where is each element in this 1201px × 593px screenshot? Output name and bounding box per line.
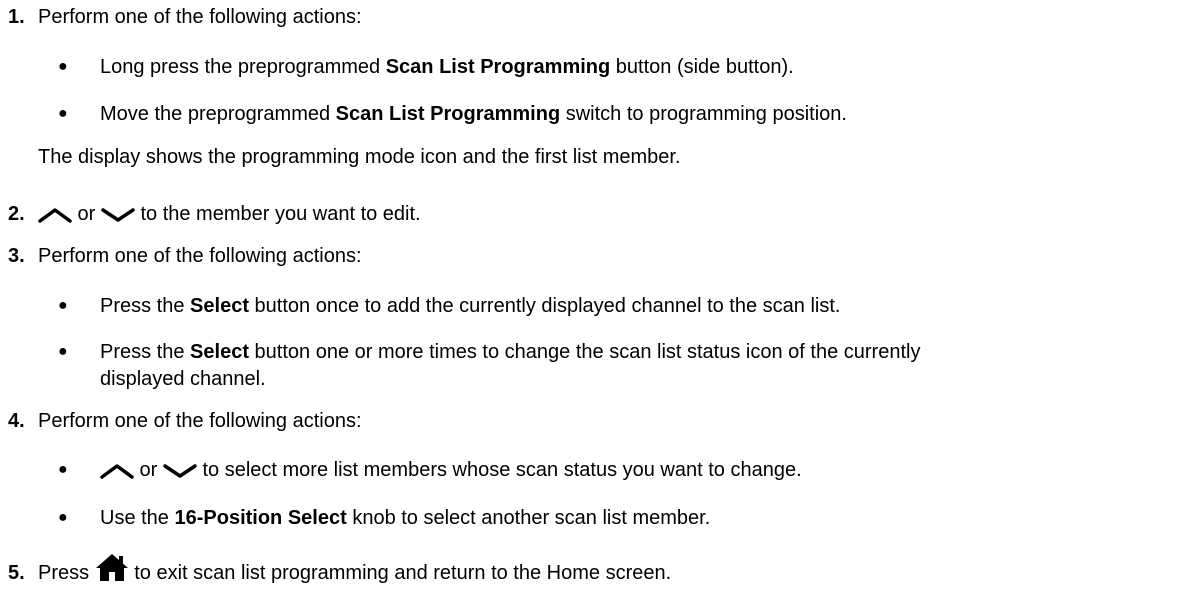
bullet: ● xyxy=(58,58,68,75)
step-3-bullet-1: Press the Select button once to add the … xyxy=(100,293,840,319)
knob-name: 16-Position Select xyxy=(174,507,347,529)
switch-name: Scan List Programming xyxy=(335,103,561,125)
step-1-result: The display shows the programming mode i… xyxy=(38,146,681,168)
button-name: Scan List Programming xyxy=(385,56,611,78)
bullet: ● xyxy=(58,509,68,526)
home-icon xyxy=(95,552,129,582)
text: knob to select another scan list member. xyxy=(346,507,711,529)
bullet: ● xyxy=(58,297,68,314)
step-4-number: 4. xyxy=(8,410,25,432)
step-3-text: Perform one of the following actions: xyxy=(38,245,362,267)
step-5-number: 5. xyxy=(8,562,25,584)
bullet: ● xyxy=(58,461,68,478)
step-1-number: 1. xyxy=(8,6,25,28)
text: Press the xyxy=(100,295,191,317)
bullet: ● xyxy=(58,343,68,360)
text: Press the xyxy=(100,341,191,363)
text: or xyxy=(134,459,163,481)
step-1-bullet-2: Move the preprogrammed Scan List Program… xyxy=(100,101,847,127)
button-name: Select xyxy=(190,341,249,363)
text: button once to add the currently display… xyxy=(248,295,841,317)
text: button one or more times to change the s… xyxy=(248,341,921,363)
text: Use the xyxy=(100,507,175,529)
step-1-text: Perform one of the following actions: xyxy=(38,6,362,28)
text: to exit scan list programming and return… xyxy=(128,562,672,584)
chevron-up-icon xyxy=(38,207,72,223)
button-name: Select xyxy=(190,295,249,317)
text: button (side button). xyxy=(610,56,794,78)
step-2-number: 2. xyxy=(8,203,25,225)
text: to the member you want to edit. xyxy=(134,203,421,225)
step-4-text: Perform one of the following actions: xyxy=(38,410,362,432)
step-2-text: or to the member you want to edit. xyxy=(38,201,421,227)
step-3-bullet-2: Press the Select button one or more time… xyxy=(100,339,920,365)
text: to select more list members whose scan s… xyxy=(196,459,802,481)
bullet: ● xyxy=(58,105,68,122)
step-4-bullet-1: or to select more list members whose sca… xyxy=(100,457,802,483)
text: Press xyxy=(38,562,95,584)
chevron-down-icon xyxy=(163,463,197,479)
text: or xyxy=(72,203,101,225)
step-4-bullet-2: Use the 16-Position Select knob to selec… xyxy=(100,505,710,531)
chevron-up-icon xyxy=(100,463,134,479)
step-1-bullet-1: Long press the preprogrammed Scan List P… xyxy=(100,54,794,80)
step-3-number: 3. xyxy=(8,245,25,267)
text: switch to programming position. xyxy=(560,103,847,125)
step-3-bullet-2-continued: displayed channel. xyxy=(100,368,266,390)
chevron-down-icon xyxy=(101,207,135,223)
text: Long press the preprogrammed xyxy=(100,56,386,78)
text: Move the preprogrammed xyxy=(100,103,336,125)
step-5-text: Press to exit scan list programming and … xyxy=(38,553,672,586)
